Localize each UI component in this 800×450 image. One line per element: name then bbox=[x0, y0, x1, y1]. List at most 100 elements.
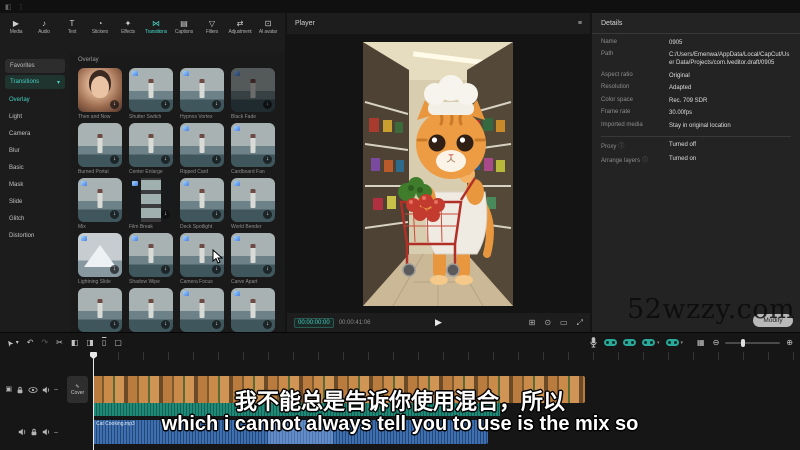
sidebar-item-mask[interactable]: Mask bbox=[0, 176, 70, 193]
sidebar-item-light[interactable]: Light bbox=[0, 108, 70, 125]
link-toggle-icon[interactable] bbox=[623, 339, 636, 346]
tab-text[interactable]: TText bbox=[58, 19, 86, 35]
sidebar-item-blur[interactable]: Blur bbox=[0, 142, 70, 159]
sidebar-item-overlay[interactable]: Overlay bbox=[0, 91, 70, 108]
timeline-zoom-slider[interactable] bbox=[725, 342, 780, 344]
transition-item[interactable]: ↓Shutter Switch bbox=[129, 68, 177, 120]
detail-value: Stay in original location bbox=[669, 122, 791, 130]
select-tool-icon[interactable]: ➤ bbox=[5, 337, 15, 347]
undo-icon[interactable]: ↶ bbox=[27, 339, 34, 347]
vip-badge-icon bbox=[183, 71, 189, 76]
vip-badge-icon bbox=[81, 181, 87, 186]
sidebar-favorites-button[interactable]: Favorites bbox=[5, 59, 65, 73]
download-icon[interactable]: ↓ bbox=[110, 320, 119, 329]
vip-badge-icon bbox=[132, 236, 138, 241]
download-icon[interactable]: ↓ bbox=[161, 265, 170, 274]
download-icon[interactable]: ↓ bbox=[212, 320, 221, 329]
cat-chef-video-frame bbox=[363, 42, 513, 306]
sidebar-item-slide[interactable]: Slide bbox=[0, 193, 70, 210]
transition-item[interactable]: ↓ bbox=[231, 288, 279, 332]
toggle-caret-icon[interactable]: ▾ bbox=[657, 340, 660, 346]
download-icon[interactable]: ↓ bbox=[161, 155, 170, 164]
transition-item[interactable]: ↓Then and Now bbox=[78, 68, 126, 120]
render-preview-icon[interactable]: ▦ bbox=[697, 339, 705, 347]
transition-item[interactable]: ↓Shadow Wipe bbox=[129, 233, 177, 285]
download-icon[interactable]: ↓ bbox=[110, 155, 119, 164]
aspect-ratio-icon[interactable]: ▭ bbox=[560, 318, 568, 327]
transition-item[interactable]: ↓ bbox=[78, 288, 126, 332]
voiceover-mic-icon[interactable] bbox=[589, 337, 598, 348]
vip-badge-icon bbox=[234, 71, 240, 76]
tab-transitions[interactable]: ⋈Transitions bbox=[142, 19, 170, 35]
tab-stickers[interactable]: ◔Stickers bbox=[86, 19, 114, 35]
download-icon[interactable]: ↓ bbox=[161, 210, 170, 219]
delete-right-icon[interactable]: ◨ bbox=[86, 339, 94, 347]
download-icon[interactable]: ↓ bbox=[161, 100, 170, 109]
download-icon[interactable]: ↓ bbox=[263, 320, 272, 329]
transition-item[interactable]: ↓ bbox=[129, 288, 177, 332]
zoom-slider-handle[interactable] bbox=[741, 339, 745, 347]
video-preview[interactable] bbox=[363, 42, 513, 306]
more-icon[interactable]: ⋮ bbox=[18, 3, 25, 11]
download-icon[interactable]: ↓ bbox=[212, 100, 221, 109]
download-icon[interactable]: ↓ bbox=[110, 265, 119, 274]
transition-item[interactable]: ↓Lightning Slide bbox=[78, 233, 126, 285]
sidebar-item-glitch[interactable]: Glitch bbox=[0, 210, 70, 227]
menu-icon[interactable]: ◧ bbox=[5, 3, 12, 11]
transition-item-hovered[interactable]: ↓Film Break bbox=[129, 178, 177, 230]
delete-icon[interactable]: ▯ bbox=[102, 339, 106, 347]
snap-preview-icon[interactable]: ⊙ bbox=[544, 318, 551, 327]
play-button[interactable]: ▶ bbox=[435, 317, 442, 328]
tab-audio[interactable]: ♪Audio bbox=[30, 19, 58, 35]
fullscreen-icon[interactable]: ⤢ bbox=[577, 318, 583, 328]
download-icon[interactable]: ↓ bbox=[110, 100, 119, 109]
delete-left-icon[interactable]: ◧ bbox=[71, 339, 79, 347]
tab-adjustment[interactable]: ⇄Adjustment bbox=[226, 19, 254, 35]
transition-item[interactable]: ↓Center Enlarge bbox=[129, 123, 177, 175]
transition-item[interactable]: ↓Hypnos Vortex bbox=[180, 68, 228, 120]
sidebar-item-distortion[interactable]: Distortion bbox=[0, 227, 70, 244]
download-icon[interactable]: ↓ bbox=[212, 265, 221, 274]
download-icon[interactable]: ↓ bbox=[212, 210, 221, 219]
collapse-icon[interactable]: ▾ bbox=[57, 79, 60, 86]
toggle-caret-icon[interactable]: ▾ bbox=[681, 340, 684, 346]
auto-ripple-toggle-icon[interactable] bbox=[666, 339, 679, 346]
tab-effects[interactable]: ✦Effects bbox=[114, 19, 142, 35]
transition-item[interactable]: ↓Mix bbox=[78, 178, 126, 230]
transition-item[interactable]: ↓Burned Portal bbox=[78, 123, 126, 175]
sidebar-item-camera[interactable]: Camera bbox=[0, 125, 70, 142]
download-icon[interactable]: ↓ bbox=[263, 210, 272, 219]
sidebar-item-basic[interactable]: Basic bbox=[0, 159, 70, 176]
subtitle-english: which i cannot always tell you to use is… bbox=[0, 413, 800, 436]
zoom-out-icon[interactable]: ⊖ bbox=[713, 339, 720, 347]
redo-icon[interactable]: ↷ bbox=[41, 339, 48, 347]
timeline-ruler[interactable] bbox=[93, 352, 800, 360]
tab-media[interactable]: ▶Media bbox=[2, 19, 30, 35]
player-menu-icon[interactable]: ≡ bbox=[578, 20, 582, 27]
download-icon[interactable]: ↓ bbox=[263, 155, 272, 164]
sidebar-transitions-button[interactable]: Transitions▾ bbox=[5, 75, 65, 89]
split-icon[interactable]: ✂ bbox=[56, 339, 63, 347]
download-icon[interactable]: ↓ bbox=[212, 155, 221, 164]
mask-icon[interactable]: ▢ bbox=[114, 339, 122, 347]
download-icon[interactable]: ↓ bbox=[263, 265, 272, 274]
tab-ai-avatar[interactable]: ⊡AI avatar bbox=[254, 19, 282, 35]
download-icon[interactable]: ↓ bbox=[161, 320, 170, 329]
download-icon[interactable]: ↓ bbox=[110, 210, 119, 219]
transition-item[interactable]: ↓World Bender bbox=[231, 178, 279, 230]
transition-item[interactable]: ↓Ripped Card bbox=[180, 123, 228, 175]
select-tool-caret-icon[interactable]: ▾ bbox=[16, 340, 19, 346]
magnet-toggle-icon[interactable] bbox=[604, 339, 617, 346]
download-icon[interactable]: ↓ bbox=[263, 100, 272, 109]
transition-item[interactable]: ↓Carve Apart bbox=[231, 233, 279, 285]
zoom-in-icon[interactable]: ⊕ bbox=[786, 339, 793, 347]
transition-item[interactable]: ↓ bbox=[180, 288, 228, 332]
main-toolbar: ▶Media ♪Audio TText ◔Stickers ✦Effects ⋈… bbox=[0, 13, 285, 40]
transition-item[interactable]: ↓Cardboard Fan bbox=[231, 123, 279, 175]
tab-filters[interactable]: ▽Filters bbox=[198, 19, 226, 35]
tab-captions[interactable]: ▤Captions bbox=[170, 19, 198, 35]
transition-item[interactable]: ↓Black Fade bbox=[231, 68, 279, 120]
transition-item[interactable]: ↓Deck Spotlight bbox=[180, 178, 228, 230]
mirror-preview-icon[interactable]: ⊞ bbox=[529, 318, 536, 327]
preview-axis-toggle-icon[interactable] bbox=[642, 339, 655, 346]
